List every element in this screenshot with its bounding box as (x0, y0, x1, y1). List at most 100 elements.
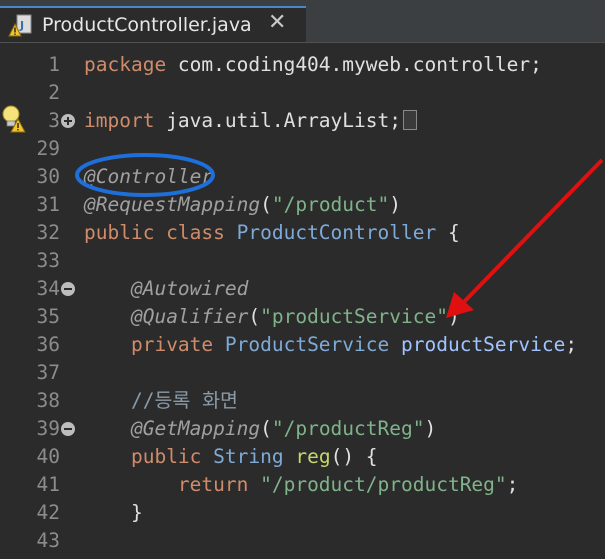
code-line[interactable]: 42 } (0, 499, 605, 527)
code-token: com.coding404.myweb.controller; (177, 53, 542, 76)
code-line[interactable]: 29 (0, 135, 605, 163)
code-line[interactable]: 2 (0, 79, 605, 107)
line-number: 43 (36, 529, 60, 552)
code-token: "/productReg" (271, 417, 425, 440)
fold-collapse-icon[interactable] (60, 281, 76, 297)
code-line[interactable]: 43 (0, 527, 605, 555)
svg-text:J: J (19, 19, 24, 32)
code-token: @RequestMapping (84, 193, 261, 216)
code-text: @Controller (84, 163, 213, 191)
line-number: 32 (36, 221, 60, 244)
code-token: public class (84, 221, 237, 244)
code-line[interactable]: 36 private ProductService productService… (0, 331, 605, 359)
code-token: } (84, 501, 143, 524)
code-token: () { (330, 445, 378, 468)
line-number: 38 (36, 389, 60, 412)
line-number: 42 (36, 501, 60, 524)
code-token: package (84, 53, 178, 76)
tab-title: ProductController.java (42, 14, 252, 36)
line-number: 30 (36, 165, 60, 188)
code-token: ; (565, 333, 578, 356)
code-token: ( (260, 193, 272, 216)
code-token: { (447, 221, 460, 244)
code-text: package com.coding404.myweb.controller; (84, 51, 542, 79)
code-text: public class ProductController { (84, 219, 460, 247)
code-text: return "/product/productReg"; (84, 471, 518, 499)
code-token: String (213, 445, 296, 468)
code-editor[interactable]: 1 package com.coding404.myweb.controller;… (0, 43, 605, 559)
code-token: ) (389, 193, 402, 216)
code-token: ; (506, 473, 519, 496)
close-icon[interactable]: ✕ (268, 10, 286, 35)
code-line[interactable]: 40 public String reg() { (0, 443, 605, 471)
code-token: ) (424, 417, 437, 440)
fold-collapse-icon[interactable] (60, 421, 76, 437)
code-line[interactable]: 33 (0, 247, 605, 275)
code-text: @GetMapping("/productReg") (84, 415, 436, 443)
code-token: "productService" (260, 305, 448, 328)
line-number: 37 (36, 361, 60, 384)
code-text: @Autowired (84, 275, 248, 303)
code-token: public (130, 445, 214, 468)
code-line[interactable]: 38 //등록 화면 (0, 387, 605, 415)
code-line[interactable]: 35 @Qualifier("productService") (0, 303, 605, 331)
code-text: public String reg() { (84, 443, 378, 471)
code-text: import java.util.ArrayList; (84, 107, 417, 135)
tab-product-controller[interactable]: J ProductController.java ✕ (0, 6, 306, 42)
line-number: 36 (36, 333, 60, 356)
code-line[interactable]: 39 @GetMapping("/productReg") (0, 415, 605, 443)
code-token: @Qualifier (130, 305, 249, 328)
code-token: ( (260, 417, 272, 440)
code-text: //등록 화면 (84, 387, 238, 415)
code-token: ( (248, 305, 261, 328)
code-token: //등록 화면 (130, 389, 238, 412)
code-token: private (130, 333, 225, 356)
code-token: ProductController (236, 221, 448, 244)
line-number: 29 (36, 137, 60, 160)
code-line[interactable]: 1 package com.coding404.myweb.controller; (0, 51, 605, 79)
editor-tab-bar: J ProductController.java ✕ (0, 0, 605, 43)
code-line[interactable]: 32 public class ProductController { (0, 219, 605, 247)
line-number: 31 (36, 193, 60, 216)
code-line[interactable]: 37 (0, 359, 605, 387)
line-number: 41 (36, 473, 60, 496)
code-token: "/product/productReg" (260, 473, 507, 496)
code-line[interactable]: 31 @RequestMapping("/product") (0, 191, 605, 219)
line-number: 35 (36, 305, 60, 328)
fold-expand-icon[interactable] (60, 113, 76, 129)
line-number: 34 (36, 277, 60, 300)
java-file-warning-icon: J (8, 14, 32, 37)
code-line[interactable]: 3 import java.util.ArrayList; (0, 107, 605, 135)
code-token: ) (447, 305, 460, 328)
code-token: java.util.ArrayList; (166, 109, 401, 132)
code-line[interactable]: 30 @Controller (0, 163, 605, 191)
code-token: return (177, 473, 261, 496)
line-number: 33 (36, 249, 60, 272)
code-token: ProductService (224, 333, 401, 356)
line-number: 1 (48, 53, 60, 76)
code-token: import (84, 109, 167, 132)
collapsed-region-marker[interactable] (403, 110, 417, 130)
code-text: private ProductService productService; (84, 331, 577, 359)
line-number: 2 (48, 81, 60, 104)
code-token: reg (295, 445, 331, 468)
line-number: 40 (36, 445, 60, 468)
code-text: @RequestMapping("/product") (84, 191, 401, 219)
code-line[interactable]: 34 @Autowired (0, 275, 605, 303)
code-token: @Autowired (130, 277, 249, 300)
line-number: 39 (36, 417, 60, 440)
code-text: } (84, 499, 143, 527)
code-line[interactable]: 41 return "/product/productReg"; (0, 471, 605, 499)
code-token: @GetMapping (130, 417, 261, 440)
code-token: "/product" (271, 193, 390, 216)
code-token: @Controller (84, 165, 214, 188)
code-text: @Qualifier("productService") (84, 303, 460, 331)
code-token: productService (401, 333, 566, 356)
